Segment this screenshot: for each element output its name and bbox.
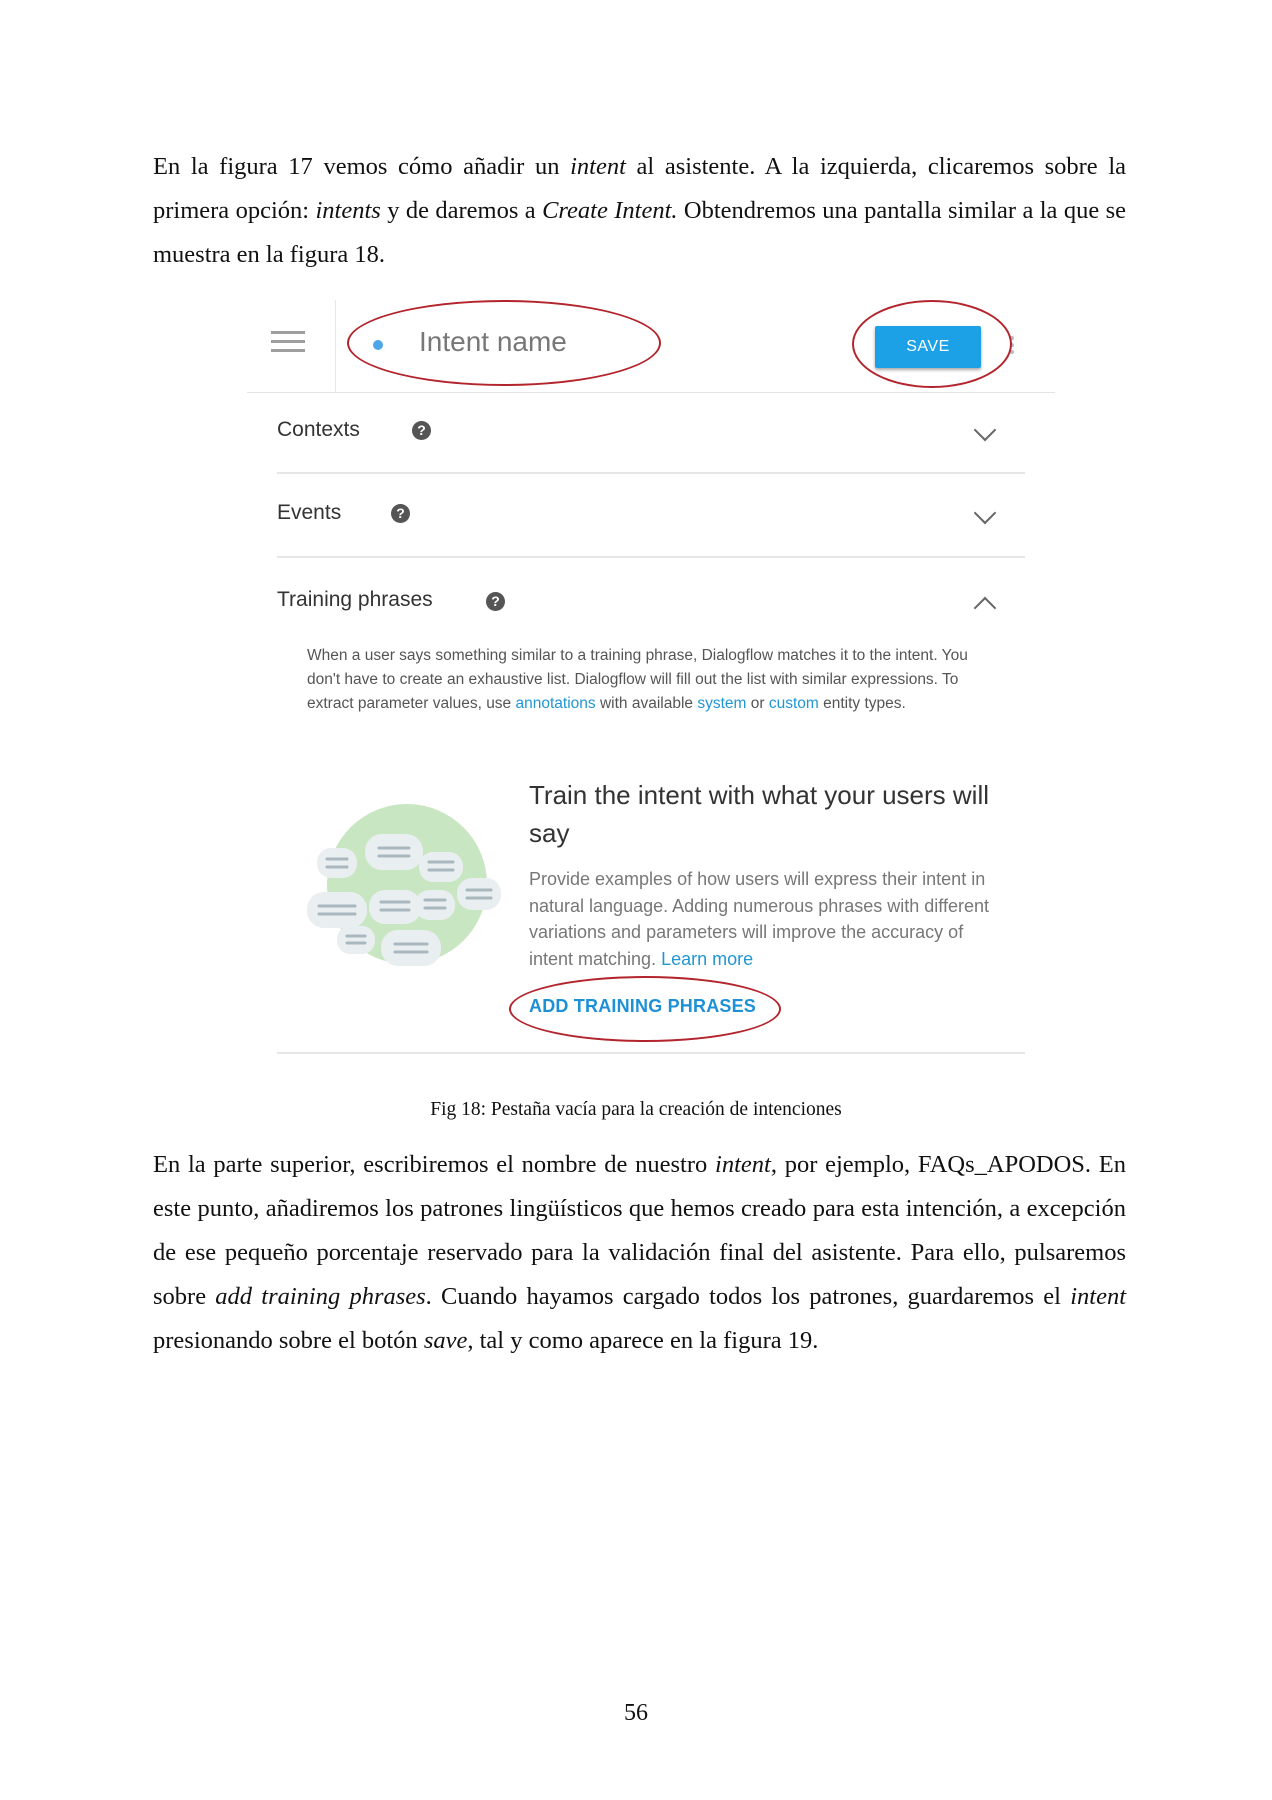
emphasis: intents — [315, 197, 381, 224]
emphasis: save — [423, 1327, 468, 1354]
text-run: En la figura 17 vemos cómo añadir un — [153, 153, 571, 180]
save-annotation-ring — [852, 300, 1012, 388]
chat-bubbles-illustration — [307, 804, 501, 966]
hamburger-menu-icon[interactable] — [271, 331, 305, 353]
topbar-divider — [335, 300, 336, 392]
divider — [277, 472, 1025, 474]
dialogflow-intent-screenshot: Intent name SAVE Contexts ? Events ? Tra… — [247, 296, 1055, 1066]
divider — [277, 556, 1025, 558]
add-training-annotation-ring — [509, 976, 781, 1042]
text-run: with available — [595, 695, 698, 712]
events-help-icon[interactable]: ? — [391, 504, 410, 523]
train-intent-heading: Train the intent with what your users wi… — [529, 780, 990, 848]
text-run: entity types. — [818, 695, 906, 712]
annotations-link[interactable]: annotations — [516, 695, 596, 712]
emphasis: add training phrases — [215, 1283, 426, 1310]
contexts-chevron-down-icon[interactable] — [973, 418, 997, 442]
intent-topbar: Intent name SAVE — [247, 296, 1055, 393]
text-run: , tal y como aparece en la figura 19. — [467, 1327, 819, 1354]
intro-paragraph: En la figura 17 vemos cómo añadir un int… — [153, 145, 1126, 277]
emphasis: intent — [715, 1151, 771, 1178]
intent-name-annotation-ring — [347, 300, 661, 386]
text-run: y de daremos a — [380, 197, 543, 224]
divider — [277, 1052, 1025, 1054]
text-run: En la parte superior, escribiremos el no… — [153, 1151, 716, 1178]
train-intent-description: Provide examples of how users will expre… — [529, 866, 999, 972]
text-run: presionando sobre el botón — [153, 1327, 424, 1354]
training-phrases-chevron-up-icon[interactable] — [973, 596, 997, 620]
training-phrases-section-title[interactable]: Training phrases — [277, 588, 433, 612]
text-run: . Cuando hayamos cargado todos los patro… — [425, 1283, 1071, 1310]
text-run: or — [746, 695, 769, 712]
contexts-help-icon[interactable]: ? — [412, 421, 431, 440]
training-phrases-help-icon[interactable]: ? — [486, 592, 505, 611]
emphasis: intent — [1070, 1283, 1126, 1310]
custom-link[interactable]: custom — [769, 695, 819, 712]
emphasis: intent — [570, 153, 626, 180]
learn-more-link[interactable]: Learn more — [661, 949, 753, 969]
emphasis: Create Intent. — [542, 197, 678, 224]
contexts-section-title[interactable]: Contexts — [277, 418, 360, 442]
figure-caption: Fig 18: Pestaña vacía para la creación d… — [430, 1099, 842, 1120]
system-link[interactable]: system — [697, 695, 746, 712]
events-chevron-down-icon[interactable] — [973, 501, 997, 525]
explanation-paragraph: En la parte superior, escribiremos el no… — [153, 1143, 1126, 1363]
text-run: Provide examples of how users will expre… — [529, 869, 989, 969]
training-phrases-description: When a user says something similar to a … — [307, 644, 987, 716]
events-section-title[interactable]: Events — [277, 501, 341, 525]
page-number: 56 — [624, 1700, 648, 1726]
